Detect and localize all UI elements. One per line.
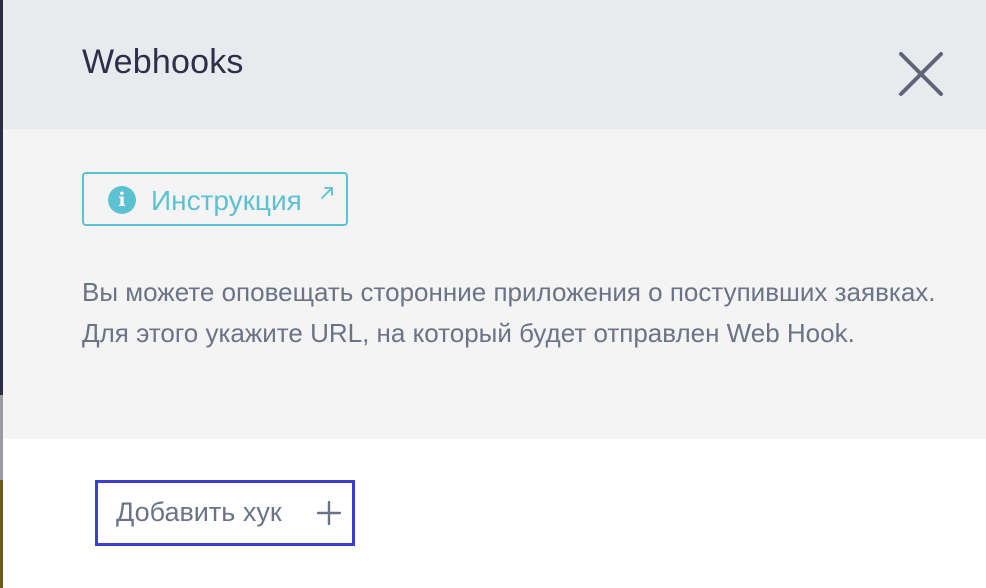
external-link-icon — [320, 186, 334, 200]
webhooks-dialog: Webhooks i Инструкция Вы можете оповещат… — [3, 0, 986, 588]
close-icon[interactable] — [891, 44, 947, 100]
plus-icon — [316, 500, 342, 526]
webhooks-description: Вы можете оповещать сторонние приложения… — [82, 277, 936, 348]
dialog-title: Webhooks — [82, 43, 244, 81]
add-hook-label: Добавить хук — [116, 497, 282, 527]
info-icon: i — [108, 186, 136, 214]
dialog-body: i Инструкция Вы можете оповещать сторонн… — [3, 129, 986, 439]
instruction-label: Инструкция — [151, 185, 302, 216]
instruction-button[interactable]: i Инструкция — [82, 172, 348, 226]
dialog-header: Webhooks — [3, 0, 986, 129]
add-hook-button[interactable]: Добавить хук — [95, 480, 355, 546]
